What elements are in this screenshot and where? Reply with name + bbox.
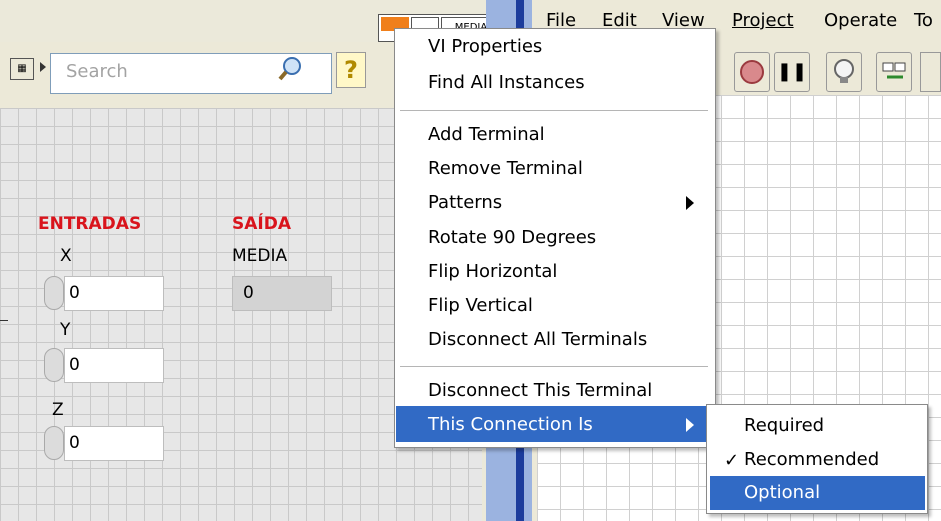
- help-icon[interactable]: ?: [336, 52, 366, 88]
- numeric-control-z[interactable]: 0: [64, 426, 164, 461]
- submenu-arrow-icon: [686, 418, 694, 432]
- menu-tools[interactable]: To: [914, 10, 933, 31]
- menu-project[interactable]: Project: [732, 10, 794, 31]
- abort-icon[interactable]: [734, 52, 770, 92]
- menu-item-flip-horizontal[interactable]: Flip Horizontal: [428, 261, 557, 282]
- numeric-control-y[interactable]: 0: [64, 348, 164, 383]
- retain-wire-values-icon[interactable]: [876, 52, 912, 92]
- increment-decrement-spinner[interactable]: [44, 426, 64, 460]
- menu-separator: [400, 366, 708, 367]
- menu-item-disconnect-all[interactable]: Disconnect All Terminals: [428, 329, 647, 350]
- indicator-value: 0: [243, 283, 254, 303]
- menu-item-vi-properties[interactable]: VI Properties: [428, 36, 542, 57]
- menu-item-remove-terminal[interactable]: Remove Terminal: [428, 158, 583, 179]
- controls-palette-icon[interactable]: ▦: [10, 58, 34, 80]
- indicator-label-media: MEDIA: [232, 246, 288, 266]
- checkmark-icon: ✓: [724, 450, 740, 471]
- menu-separator: [400, 110, 708, 111]
- numeric-value: 0: [69, 283, 80, 303]
- step-icon[interactable]: [920, 52, 941, 92]
- menu-item-patterns[interactable]: Patterns: [428, 192, 502, 213]
- canvas-edge-mark: [0, 320, 8, 321]
- menu-item-rotate-90[interactable]: Rotate 90 Degrees: [428, 227, 596, 248]
- menu-operate[interactable]: Operate: [824, 10, 897, 31]
- submenu-item-required[interactable]: Required: [744, 415, 824, 436]
- submenu-item-optional[interactable]: Optional: [744, 482, 820, 503]
- chevron-right-icon[interactable]: [40, 62, 46, 72]
- menu-item-add-terminal[interactable]: Add Terminal: [428, 124, 545, 145]
- control-label-y: Y: [60, 320, 71, 340]
- menu-item-find-all-instances[interactable]: Find All Instances: [428, 72, 585, 93]
- control-label-z: Z: [52, 400, 64, 420]
- increment-decrement-spinner[interactable]: [44, 348, 64, 382]
- numeric-control-x[interactable]: 0: [64, 276, 164, 311]
- search-placeholder: Search: [66, 61, 128, 82]
- pause-icon[interactable]: ❚❚: [774, 52, 810, 92]
- numeric-value: 0: [69, 433, 80, 453]
- numeric-value: 0: [69, 355, 80, 375]
- submenu-arrow-icon: [686, 196, 694, 210]
- submenu-item-recommended[interactable]: Recommended: [744, 449, 879, 470]
- highlight-execution-icon[interactable]: [826, 52, 862, 92]
- control-label-x: X: [60, 246, 72, 266]
- output-heading: SAÍDA: [232, 214, 291, 234]
- inputs-heading: ENTRADAS: [38, 214, 142, 234]
- search-icon[interactable]: [278, 56, 304, 82]
- numeric-indicator-media: 0: [232, 276, 332, 311]
- menu-item-disconnect-this[interactable]: Disconnect This Terminal: [428, 380, 652, 401]
- increment-decrement-spinner[interactable]: [44, 276, 64, 310]
- menu-item-this-connection-is[interactable]: This Connection Is: [428, 414, 593, 435]
- menu-item-flip-vertical[interactable]: Flip Vertical: [428, 295, 533, 316]
